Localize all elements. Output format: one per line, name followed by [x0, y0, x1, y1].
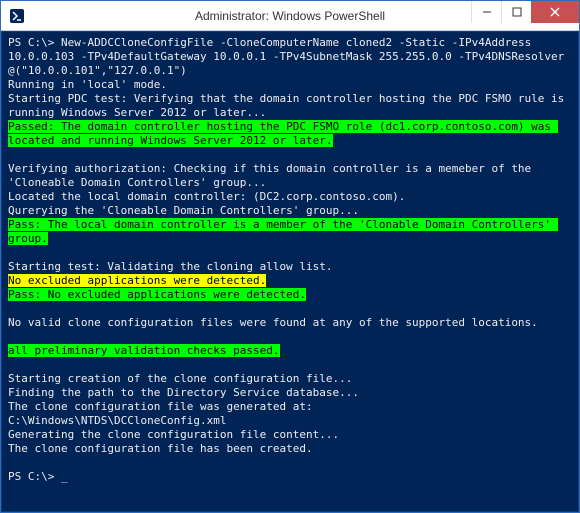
output-line: The clone configuration file was generat…	[8, 400, 572, 414]
pass-highlight: Pass: No excluded applications were dete…	[8, 288, 306, 301]
output-line: Qurerying the 'Cloneable Domain Controll…	[8, 204, 572, 218]
output-line: Located the local domain controller: (DC…	[8, 190, 572, 204]
output-path: C:\Windows\NTDS\DCCloneConfig.xml	[8, 414, 572, 428]
minimize-icon	[482, 7, 492, 17]
output-line: Running in 'local' mode.	[8, 78, 572, 92]
cmdlet: New-ADDCCloneConfigFile	[61, 36, 213, 49]
output-line: Generating the clone configuration file …	[8, 428, 572, 442]
titlebar[interactable]: Administrator: Windows PowerShell	[1, 1, 579, 31]
window-title: Administrator: Windows PowerShell	[195, 9, 385, 23]
output-line: Starting PDC test: Verifying that the do…	[8, 92, 572, 120]
prompt: PS C:\>	[8, 36, 54, 49]
output-line: Starting test: Validating the cloning al…	[8, 260, 572, 274]
pass-highlight: Passed: The domain controller hosting th…	[8, 120, 558, 147]
close-icon	[550, 7, 560, 17]
pass-highlight: all preliminary validation checks passed…	[8, 344, 280, 357]
prompt: PS C:\>	[8, 470, 54, 483]
output-line: Verifying authorization: Checking if thi…	[8, 162, 572, 190]
powershell-icon	[9, 8, 25, 24]
console-area[interactable]: PS C:\> New-ADDCCloneConfigFile -CloneCo…	[1, 31, 579, 512]
output-line: No valid clone configuration files were …	[8, 316, 572, 330]
window-controls	[471, 1, 579, 23]
output-line: Finding the path to the Directory Servic…	[8, 386, 572, 400]
maximize-button[interactable]	[501, 1, 531, 23]
powershell-window: Administrator: Windows PowerShell PS C:\…	[0, 0, 580, 513]
output-line: Starting creation of the clone configura…	[8, 372, 572, 386]
output-line: The clone configuration file has been cr…	[8, 442, 572, 456]
minimize-button[interactable]	[471, 1, 501, 23]
pass-highlight: Pass: The local domain controller is a m…	[8, 218, 558, 245]
warn-highlight: No excluded applications were detected.	[8, 274, 266, 287]
maximize-icon	[512, 7, 522, 17]
close-button[interactable]	[531, 1, 579, 23]
